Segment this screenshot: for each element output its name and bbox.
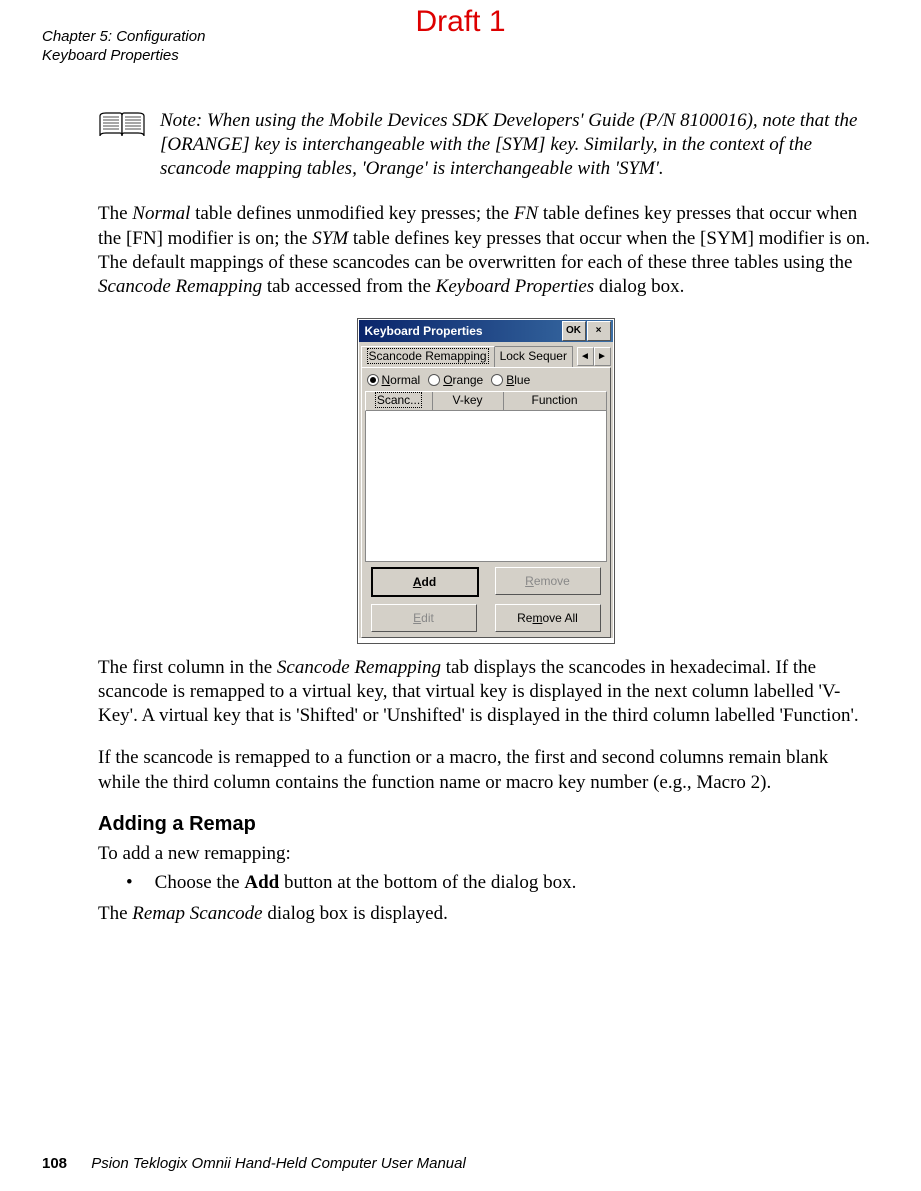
column-function[interactable]: Function (504, 392, 606, 410)
page-footer: 108 Psion Teklogix Omnii Hand-Held Compu… (42, 1155, 466, 1172)
tab-strip: Scancode Remapping Lock Sequer ◄ ► (359, 342, 613, 367)
radio-orange-input[interactable] (428, 374, 440, 386)
tab-panel: Normal Orange Blue Scanc... V-key Functi… (361, 367, 611, 638)
section-label: Keyboard Properties (42, 47, 179, 64)
dialog-title: Keyboard Properties (365, 324, 483, 338)
radio-orange[interactable]: Orange (428, 373, 483, 387)
note-block: Note: When using the Mobile Devices SDK … (98, 109, 873, 180)
column-scancode[interactable]: Scanc... (366, 392, 433, 410)
list-header: Scanc... V-key Function (365, 391, 607, 411)
running-header: Chapter 5: Configuration Keyboard Proper… (42, 28, 205, 66)
book-icon (98, 111, 146, 146)
chapter-label: Chapter 5: Configuration (42, 28, 205, 45)
radio-normal[interactable]: Normal (367, 373, 421, 387)
dialog-titlebar: Keyboard Properties OK × (359, 320, 613, 342)
page-number: 108 (42, 1155, 67, 1172)
note-body: When using the Mobile Devices SDK Develo… (160, 110, 857, 179)
bullet-1: • Choose the Add button at the bottom of… (126, 872, 873, 894)
paragraph-4: To add a new remapping: (98, 842, 873, 866)
edit-button[interactable]: Edit (371, 604, 477, 632)
footer-text: Psion Teklogix Omnii Hand-Held Computer … (91, 1155, 466, 1172)
remove-button[interactable]: Remove (495, 567, 601, 595)
tab-scancode-remapping[interactable]: Scancode Remapping (361, 346, 495, 367)
tab-lock-sequence[interactable]: Lock Sequer (494, 346, 573, 367)
tab-scroll-left[interactable]: ◄ (577, 347, 594, 366)
paragraph-2: The first column in the Scancode Remappi… (98, 656, 873, 729)
note-prefix: Note: (160, 110, 202, 131)
tab-scroll-right[interactable]: ► (594, 347, 611, 366)
remove-all-button[interactable]: Remove All (495, 604, 601, 632)
ok-button[interactable]: OK (562, 321, 586, 341)
paragraph-3: If the scancode is remapped to a functio… (98, 746, 873, 795)
subheading-adding-remap: Adding a Remap (98, 813, 873, 836)
dialog-screenshot: Keyboard Properties OK × Scancode Remapp… (98, 318, 873, 644)
note-text: Note: When using the Mobile Devices SDK … (160, 109, 873, 180)
radio-normal-input[interactable] (367, 374, 379, 386)
paragraph-5: The Remap Scancode dialog box is display… (98, 902, 873, 926)
add-button[interactable]: Add (371, 567, 479, 597)
list-body[interactable] (365, 411, 607, 562)
bullet-marker: • (126, 872, 133, 894)
radio-blue[interactable]: Blue (491, 373, 530, 387)
column-vkey[interactable]: V-key (433, 392, 504, 410)
radio-blue-input[interactable] (491, 374, 503, 386)
close-button[interactable]: × (587, 321, 611, 341)
paragraph-1: The Normal table defines unmodified key … (98, 202, 873, 299)
